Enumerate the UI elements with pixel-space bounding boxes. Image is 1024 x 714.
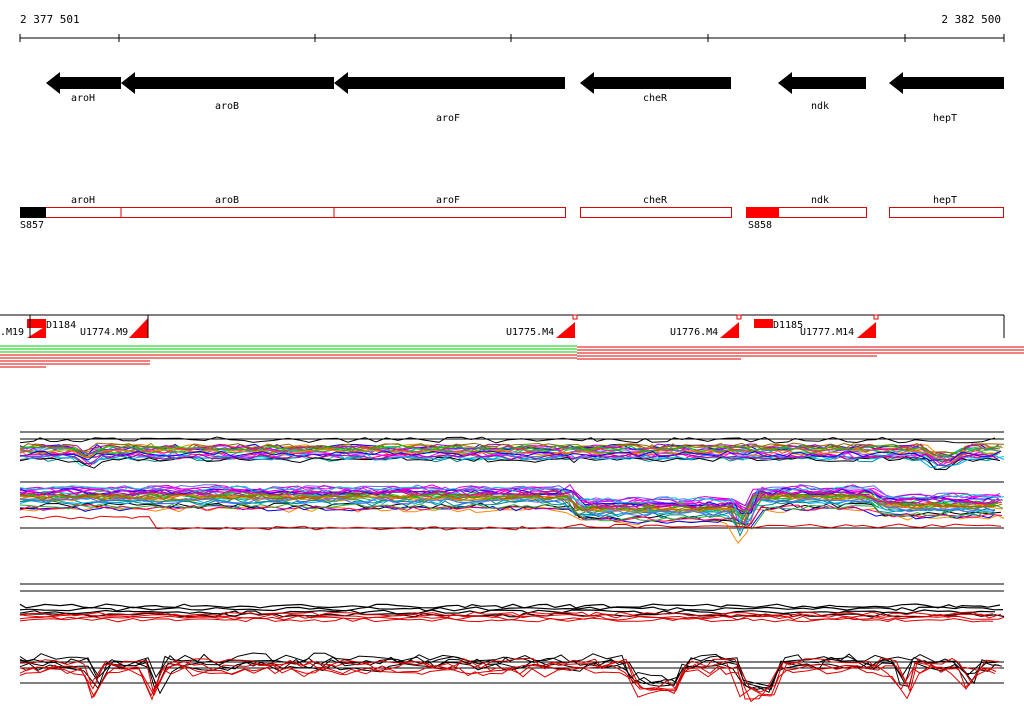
- start-marker-S858[interactable]: [746, 207, 779, 218]
- feature-U1776-marker[interactable]: [720, 322, 739, 338]
- gene-label: aroH: [71, 93, 95, 104]
- expression-traces-lower: [19, 483, 1005, 545]
- feature-U1777-marker[interactable]: [857, 322, 876, 338]
- operon-label-aroF: aroF: [436, 195, 460, 206]
- operon-box-cheR[interactable]: [580, 207, 732, 218]
- ruler-end-label: 2 382 500: [941, 13, 1001, 26]
- operon-box-hepT[interactable]: [889, 207, 1004, 218]
- feature-D1185-box[interactable]: [754, 319, 773, 328]
- feature-M19-label: .M19: [0, 327, 24, 338]
- expression-trace: [19, 657, 1000, 693]
- expression-traces-upper: [19, 436, 1005, 471]
- start-label-S858: S858: [748, 220, 772, 231]
- operon-label-aroH: aroH: [71, 195, 95, 206]
- operon-box-aro[interactable]: [20, 207, 566, 218]
- operon-track: aroH aroB aroF cheR ndk hepT S857 S858: [20, 195, 1004, 231]
- gene-hepT[interactable]: hepT: [889, 72, 1004, 124]
- gene-label: hepT: [933, 113, 957, 124]
- genome-browser-canvas: 2 377 501 2 382 500 aroH aroB aroF cheR …: [0, 13, 1024, 703]
- gene-label: cheR: [643, 93, 668, 104]
- expression-panel-2: [19, 583, 1005, 703]
- gene-label: aroB: [215, 101, 239, 112]
- gene-ndk[interactable]: ndk: [778, 72, 866, 112]
- gene-arrows-track: aroH aroB aroF cheR ndk hepT: [46, 72, 1004, 124]
- features-track: D1184 D1185 .M19 U1774.M9 U1775.M4 U1776…: [0, 314, 1005, 338]
- gene-label: ndk: [811, 101, 829, 112]
- operon-label-aroB: aroB: [215, 195, 239, 206]
- expression-trace: [19, 658, 998, 693]
- expression-trace: [19, 499, 996, 537]
- ruler: 2 377 501 2 382 500: [19, 13, 1005, 42]
- expression-trace: [19, 666, 997, 703]
- ruler-start-label: 2 377 501: [20, 13, 80, 26]
- start-label-S857: S857: [20, 220, 44, 231]
- feature-U1775-marker[interactable]: [556, 322, 575, 338]
- start-marker-S857[interactable]: [20, 207, 46, 218]
- feature-U1775-label: U1775.M4: [506, 327, 554, 338]
- operon-label-cheR: cheR: [643, 195, 668, 206]
- operon-label-hepT: hepT: [933, 195, 957, 206]
- expression-trace: [19, 436, 996, 444]
- gene-aroB[interactable]: aroB: [121, 72, 334, 112]
- feature-D1184-label: D1184: [46, 320, 76, 331]
- expression-trace: [19, 506, 1005, 545]
- gene-aroF[interactable]: aroF: [334, 72, 565, 124]
- expression-traces-panel2: [19, 603, 1005, 703]
- conservation-lines: [0, 345, 1024, 368]
- gene-aroH[interactable]: aroH: [46, 72, 121, 104]
- expression-trace: [19, 617, 994, 623]
- feature-U1777-label: U1777.M14: [800, 327, 854, 338]
- operon-label-ndk: ndk: [811, 195, 829, 206]
- feature-U1776-label: U1776.M4: [670, 327, 718, 338]
- gene-cheR[interactable]: cheR: [580, 72, 731, 104]
- feature-D1185-label: D1185: [773, 320, 803, 331]
- expression-panel-1: [19, 431, 1005, 545]
- feature-U1774-label: U1774.M9: [80, 327, 128, 338]
- feature-U1774-marker[interactable]: [129, 318, 148, 338]
- gene-label: aroF: [436, 113, 460, 124]
- expression-trace: [19, 603, 1001, 609]
